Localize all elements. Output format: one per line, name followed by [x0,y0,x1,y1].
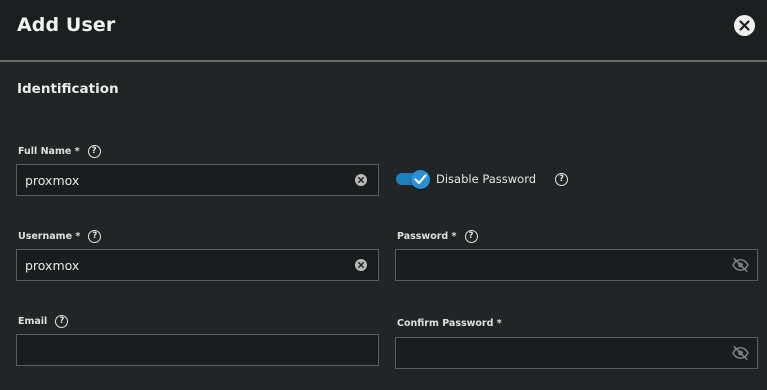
full-name-label: Full Name * ? [18,145,101,158]
password-help-icon[interactable]: ? [464,230,478,243]
email-label: Email ? [18,315,69,328]
username-label-text: Username * [18,231,81,242]
confirm-password-label-text: Confirm Password * [397,318,502,329]
confirm-password-field-container [395,337,758,369]
full-name-clear-icon[interactable] [355,174,367,186]
email-field-container [16,334,379,366]
eye-off-icon[interactable] [732,346,749,365]
username-field-container [16,249,379,281]
username-clear-icon[interactable] [355,259,367,271]
email-input[interactable] [17,335,378,365]
close-icon[interactable] [734,15,755,36]
username-label: Username * ? [18,230,102,243]
username-help-icon[interactable]: ? [88,230,102,243]
check-icon [411,170,430,189]
password-label: Password * ? [397,230,478,243]
full-name-field-container [16,164,379,196]
full-name-label-text: Full Name * [18,146,80,157]
section-title-identification: Identification [17,81,119,97]
confirm-password-label: Confirm Password * [397,318,502,329]
password-label-text: Password * [397,231,457,242]
confirm-password-input[interactable] [396,338,757,368]
disable-password-help-icon[interactable]: ? [555,172,569,186]
dialog-header: Add User [0,0,767,62]
eye-off-icon[interactable] [732,258,749,277]
full-name-help-icon[interactable]: ? [87,145,101,158]
password-input[interactable] [396,250,757,280]
password-field-container [395,249,758,281]
email-label-text: Email [18,316,48,327]
username-input[interactable] [17,250,378,280]
disable-password-toggle[interactable] [396,170,430,189]
full-name-input[interactable] [17,165,378,195]
add-user-dialog: Add User Identification Full Name * ? pr… [0,0,767,390]
email-help-icon[interactable]: ? [55,315,69,328]
disable-password-toggle-row: Disable Password ? [396,170,569,189]
dialog-title: Add User [17,14,116,36]
disable-password-label: Disable Password [436,172,537,186]
